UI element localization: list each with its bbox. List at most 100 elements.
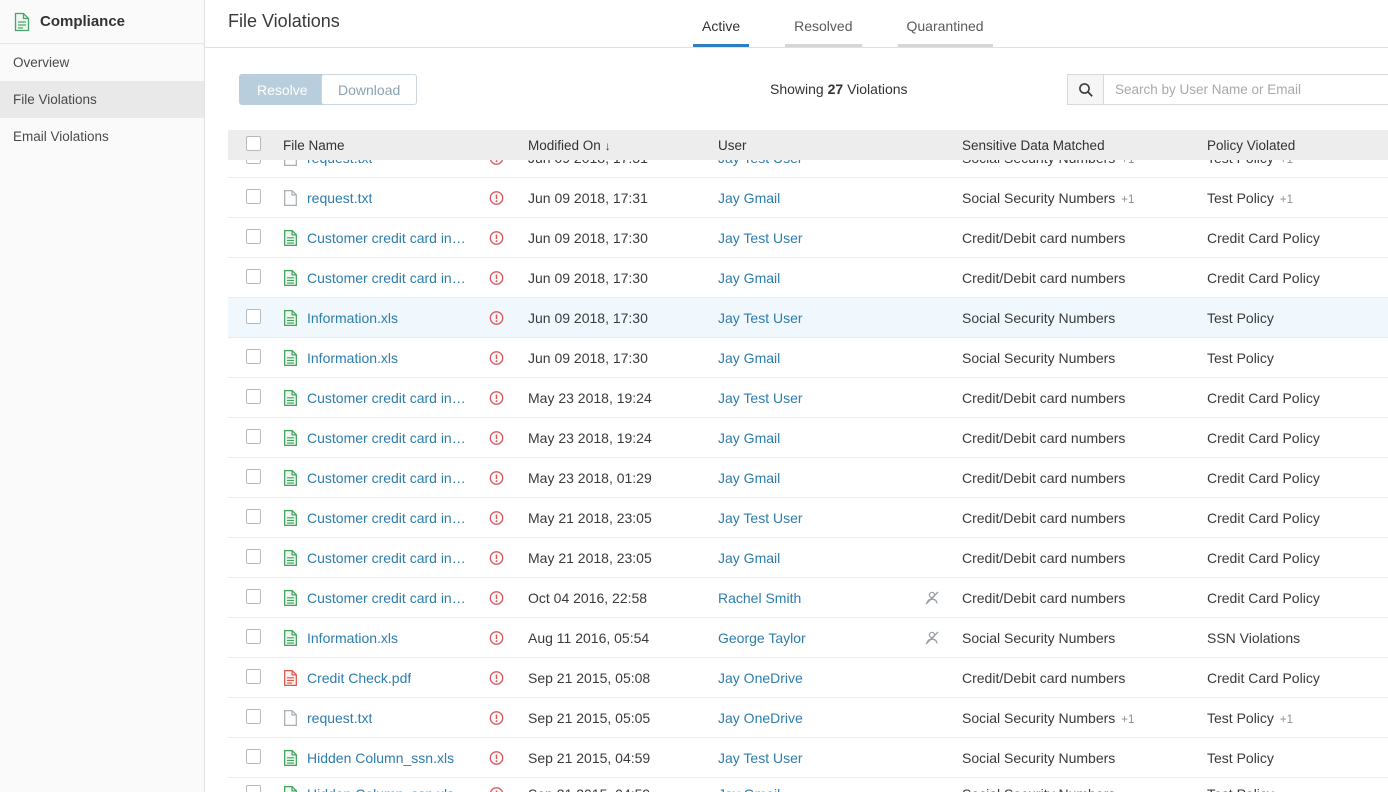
- table-row[interactable]: Customer credit card info... Oct 04 2016…: [228, 578, 1388, 618]
- spreadsheet-file-icon: [283, 229, 298, 247]
- file-name-link[interactable]: Hidden Column_ssn.xls: [307, 786, 454, 792]
- search-button[interactable]: [1068, 75, 1104, 104]
- row-checkbox[interactable]: [246, 349, 261, 364]
- file-name-link[interactable]: Hidden Column_ssn.xls: [307, 750, 454, 766]
- row-checkbox[interactable]: [246, 269, 261, 284]
- row-checkbox[interactable]: [246, 549, 261, 564]
- sidebar-item-file-violations[interactable]: File Violations: [0, 81, 204, 118]
- file-name-link[interactable]: Customer credit card info...: [307, 470, 468, 486]
- violation-warning-icon: [489, 470, 504, 485]
- user-link[interactable]: George Taylor: [718, 630, 806, 646]
- user-link[interactable]: Jay Gmail: [718, 550, 780, 566]
- user-link[interactable]: Jay Test User: [718, 510, 803, 526]
- file-name-link[interactable]: request.txt: [307, 190, 372, 206]
- user-link[interactable]: Jay Test User: [718, 390, 803, 406]
- column-header-modified-on[interactable]: Modified On↓: [528, 138, 718, 153]
- file-name-link[interactable]: Customer credit card info...: [307, 230, 468, 246]
- row-checkbox[interactable]: [246, 309, 261, 324]
- file-name-link[interactable]: Customer credit card info...: [307, 550, 468, 566]
- spreadsheet-file-icon: [283, 469, 298, 487]
- text-file-icon: [283, 709, 298, 727]
- table-row[interactable]: Hidden Column_ssn.xls Sep 21 2015, 04:59…: [228, 778, 1388, 792]
- row-checkbox[interactable]: [246, 669, 261, 684]
- user-link[interactable]: Jay Test User: [718, 230, 803, 246]
- file-name-link[interactable]: Information.xls: [307, 350, 398, 366]
- user-link[interactable]: Jay Gmail: [718, 786, 780, 792]
- tab-resolved[interactable]: Resolved: [785, 18, 861, 47]
- file-name-cell: Credit Check.pdf: [283, 669, 528, 687]
- row-checkbox[interactable]: [246, 189, 261, 204]
- table-row[interactable]: Information.xls Jun 09 2018, 17:30 Jay G…: [228, 338, 1388, 378]
- tab-underline: [693, 44, 749, 47]
- table-row[interactable]: Customer credit card info... Jun 09 2018…: [228, 258, 1388, 298]
- row-checkbox[interactable]: [246, 229, 261, 244]
- column-header-file-name[interactable]: File Name: [283, 138, 528, 153]
- table-row[interactable]: Customer credit card info... May 23 2018…: [228, 418, 1388, 458]
- file-name-link[interactable]: Customer credit card info...: [307, 510, 468, 526]
- table-row[interactable]: Customer credit card info... Jun 09 2018…: [228, 218, 1388, 258]
- user-link[interactable]: Jay Test User: [718, 310, 803, 326]
- file-name-link[interactable]: Customer credit card info...: [307, 430, 468, 446]
- table-row[interactable]: request.txt Sep 21 2015, 05:05 Jay OneDr…: [228, 698, 1388, 738]
- file-name-cell: Customer credit card info...: [283, 509, 528, 527]
- row-checkbox[interactable]: [246, 709, 261, 724]
- modified-on-value: Jun 09 2018, 17:30: [528, 230, 718, 246]
- user-link[interactable]: Rachel Smith: [718, 590, 801, 606]
- user-link[interactable]: Jay OneDrive: [718, 710, 803, 726]
- row-checkbox[interactable]: [246, 749, 261, 764]
- user-link[interactable]: Jay Gmail: [718, 190, 780, 206]
- row-checkbox[interactable]: [246, 785, 261, 792]
- column-header-sensitive-data[interactable]: Sensitive Data Matched: [962, 138, 1207, 153]
- sidebar-item-email-violations[interactable]: Email Violations: [0, 118, 204, 155]
- select-all-checkbox[interactable]: [246, 136, 261, 151]
- file-name-link[interactable]: Credit Check.pdf: [307, 670, 411, 686]
- row-checkbox[interactable]: [246, 160, 261, 164]
- table-row[interactable]: Customer credit card info... May 23 2018…: [228, 458, 1388, 498]
- file-name-link[interactable]: request.txt: [307, 710, 372, 726]
- table-row[interactable]: request.txt Jun 09 2018, 17:31 Jay Test …: [228, 160, 1388, 178]
- table-row[interactable]: Customer credit card info... May 21 2018…: [228, 538, 1388, 578]
- row-checkbox[interactable]: [246, 589, 261, 604]
- user-link[interactable]: Jay Gmail: [718, 430, 780, 446]
- column-header-user[interactable]: User: [718, 138, 962, 153]
- file-name-link[interactable]: Customer credit card info...: [307, 590, 468, 606]
- sidebar-item-overview[interactable]: Overview: [0, 44, 204, 81]
- user-link[interactable]: Jay Test User: [718, 750, 803, 766]
- table-row[interactable]: Information.xls Aug 11 2016, 05:54 Georg…: [228, 618, 1388, 658]
- user-link[interactable]: Jay Gmail: [718, 270, 780, 286]
- user-link[interactable]: Jay Test User: [718, 160, 803, 166]
- row-checkbox[interactable]: [246, 389, 261, 404]
- user-link[interactable]: Jay Gmail: [718, 470, 780, 486]
- file-name-link[interactable]: Information.xls: [307, 630, 398, 646]
- row-checkbox-cell: [228, 549, 283, 567]
- row-checkbox[interactable]: [246, 469, 261, 484]
- file-name-cell: Hidden Column_ssn.xls: [283, 785, 528, 792]
- column-header-policy-violated[interactable]: Policy Violated: [1207, 138, 1388, 153]
- table-row[interactable]: Hidden Column_ssn.xls Sep 21 2015, 04:59…: [228, 738, 1388, 778]
- additional-count-badge: +1: [1121, 160, 1134, 166]
- row-checkbox[interactable]: [246, 509, 261, 524]
- table-row[interactable]: Information.xls Jun 09 2018, 17:30 Jay T…: [228, 298, 1388, 338]
- table-row[interactable]: request.txt Jun 09 2018, 17:31 Jay Gmail…: [228, 178, 1388, 218]
- tab-quarantined[interactable]: Quarantined: [898, 18, 993, 47]
- table-row[interactable]: Customer credit card info... May 23 2018…: [228, 378, 1388, 418]
- file-name-link[interactable]: Information.xls: [307, 310, 398, 326]
- violation-warning-icon: [489, 550, 504, 565]
- file-name-link[interactable]: Customer credit card info...: [307, 390, 468, 406]
- table-row[interactable]: Credit Check.pdf Sep 21 2015, 05:08 Jay …: [228, 658, 1388, 698]
- violation-warning-icon: [489, 430, 504, 445]
- user-cell: Jay Gmail: [718, 550, 962, 566]
- file-name-link[interactable]: Customer credit card info...: [307, 270, 468, 286]
- tab-active[interactable]: Active: [693, 18, 749, 47]
- row-checkbox[interactable]: [246, 429, 261, 444]
- row-checkbox-cell: [228, 269, 283, 287]
- search-input[interactable]: [1104, 75, 1388, 104]
- user-link[interactable]: Jay OneDrive: [718, 670, 803, 686]
- row-checkbox[interactable]: [246, 629, 261, 644]
- file-name-link[interactable]: request.txt: [307, 160, 372, 166]
- resolve-button[interactable]: Resolve: [239, 74, 326, 105]
- user-link[interactable]: Jay Gmail: [718, 350, 780, 366]
- download-button[interactable]: Download: [321, 74, 417, 105]
- table-row[interactable]: Customer credit card info... May 21 2018…: [228, 498, 1388, 538]
- row-checkbox-cell: [228, 709, 283, 727]
